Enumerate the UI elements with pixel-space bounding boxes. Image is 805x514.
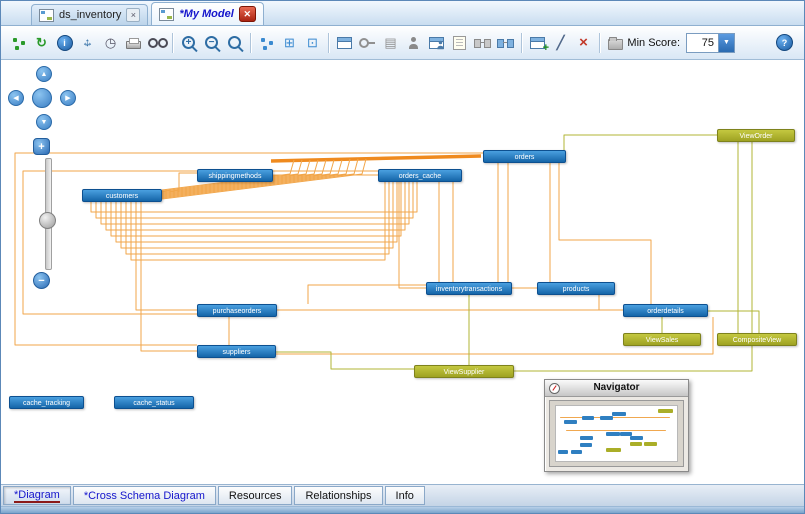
min-score-value: 75	[687, 34, 718, 52]
close-tab-icon[interactable]: ×	[126, 8, 140, 22]
toolbar-separator	[521, 33, 522, 53]
tab-my-model[interactable]: *My Model ✕	[151, 2, 263, 25]
toolbar-separator	[328, 33, 329, 53]
view-tab-bar: *Diagram *Cross Schema Diagram Resources…	[1, 484, 804, 506]
navigator-body	[549, 400, 684, 467]
new-entity-icon[interactable]	[333, 31, 356, 54]
new-diagram-icon[interactable]	[526, 31, 549, 54]
pan-down-button[interactable]: ▼	[36, 114, 52, 130]
entity-shippingmethods[interactable]: shippingmethods	[197, 169, 273, 182]
pan-center-button[interactable]	[32, 88, 52, 108]
orthogonal-layout-icon[interactable]: ⊡	[301, 31, 324, 54]
print-icon[interactable]	[122, 31, 145, 54]
tab-cross-schema-diagram[interactable]: *Cross Schema Diagram	[73, 486, 216, 505]
tab-label: ds_inventory	[59, 9, 121, 21]
user-icon[interactable]	[402, 31, 425, 54]
entity-orderdetails[interactable]: orderdetails	[623, 304, 708, 317]
hierarchic-layout-icon[interactable]: ⊞	[278, 31, 301, 54]
tab-info[interactable]: Info	[385, 486, 425, 505]
tab-ds-inventory[interactable]: ds_inventory ×	[31, 4, 148, 25]
model-overview-icon[interactable]	[7, 31, 30, 54]
history-clock-icon[interactable]: ◷	[99, 31, 122, 54]
entity-orders_cache[interactable]: orders_cache	[378, 169, 462, 182]
diagram-doc-icon	[159, 8, 174, 21]
document-tab-bar: ds_inventory × *My Model ✕	[1, 1, 804, 26]
help-button[interactable]: ?	[773, 31, 796, 54]
close-tab-icon[interactable]: ✕	[239, 6, 256, 22]
entity-purchaseorders[interactable]: purchaseorders	[197, 304, 277, 317]
auto-layout-icon[interactable]	[255, 31, 278, 54]
zoom-out-button[interactable]: −	[33, 272, 50, 289]
zoom-in-icon[interactable]: +	[177, 31, 200, 54]
navigator-minimap[interactable]	[555, 405, 678, 462]
entity-cache_status[interactable]: cache_status	[114, 396, 194, 409]
app-window: ds_inventory × *My Model ✕ ↻ i ↔↕ ◷ + − …	[0, 0, 805, 514]
navigator-panel[interactable]: Navigator	[544, 379, 689, 472]
note-icon[interactable]	[448, 31, 471, 54]
open-folder-icon[interactable]	[604, 31, 627, 54]
tab-relationships[interactable]: Relationships	[294, 486, 382, 505]
min-score-dropdown[interactable]: 75 ▼	[686, 33, 735, 53]
entity-permissions-icon[interactable]	[425, 31, 448, 54]
diagram-canvas[interactable]: ▲ ◀ ▶ ▼ + − Navigator	[1, 60, 804, 484]
draw-line-icon[interactable]: ╱	[549, 31, 572, 54]
tab-label: *My Model	[179, 8, 233, 20]
entity-orders[interactable]: orders	[483, 150, 566, 163]
relationship-icon[interactable]	[471, 31, 494, 54]
toolbar-separator	[599, 33, 600, 53]
min-score-label: Min Score:	[627, 37, 680, 49]
compass-icon	[549, 383, 560, 394]
entity-ViewSupplier[interactable]: ViewSupplier	[414, 365, 514, 378]
pan-left-button[interactable]: ◀	[8, 90, 24, 106]
chevron-down-icon[interactable]: ▼	[718, 34, 734, 52]
min-score-group: Min Score: 75 ▼	[627, 33, 735, 53]
find-icon[interactable]	[145, 31, 168, 54]
entity-customers[interactable]: customers	[82, 189, 162, 202]
entity-products[interactable]: products	[537, 282, 615, 295]
toolbar-separator	[250, 33, 251, 53]
zoom-reset-icon[interactable]	[223, 31, 246, 54]
tab-diagram[interactable]: *Diagram	[3, 486, 71, 505]
pan-up-button[interactable]: ▲	[36, 66, 52, 82]
toolbar: ↻ i ↔↕ ◷ + − ⊞ ⊡ ▤ ╱ × Min Score: 75	[1, 26, 804, 60]
tab-resources[interactable]: Resources	[218, 486, 293, 505]
diagram-doc-icon	[39, 9, 54, 22]
delete-icon[interactable]: ×	[572, 31, 595, 54]
zoom-out-icon[interactable]: −	[200, 31, 223, 54]
info-icon[interactable]: i	[53, 31, 76, 54]
refresh-icon[interactable]: ↻	[30, 31, 53, 54]
zoom-slider-thumb[interactable]	[39, 212, 56, 229]
toolbar-separator	[172, 33, 173, 53]
window-bottom-edge	[1, 506, 804, 513]
pan-right-button[interactable]: ▶	[60, 90, 76, 106]
entity-inventorytransactions[interactable]: inventorytransactions	[426, 282, 512, 295]
attribute-icon[interactable]: ▤	[379, 31, 402, 54]
entity-ViewOrder[interactable]: ViewOrder	[717, 129, 795, 142]
navigator-title: Navigator	[545, 380, 688, 397]
entity-suppliers[interactable]: suppliers	[197, 345, 276, 358]
fit-to-window-icon[interactable]: ↔↕	[76, 31, 99, 54]
entity-CompositeView[interactable]: CompositeView	[717, 333, 797, 346]
identifying-relationship-icon[interactable]	[494, 31, 517, 54]
primary-key-icon[interactable]	[356, 31, 379, 54]
entity-ViewSales[interactable]: ViewSales	[623, 333, 701, 346]
zoom-in-button[interactable]: +	[33, 138, 50, 155]
entity-cache_tracking[interactable]: cache_tracking	[9, 396, 84, 409]
